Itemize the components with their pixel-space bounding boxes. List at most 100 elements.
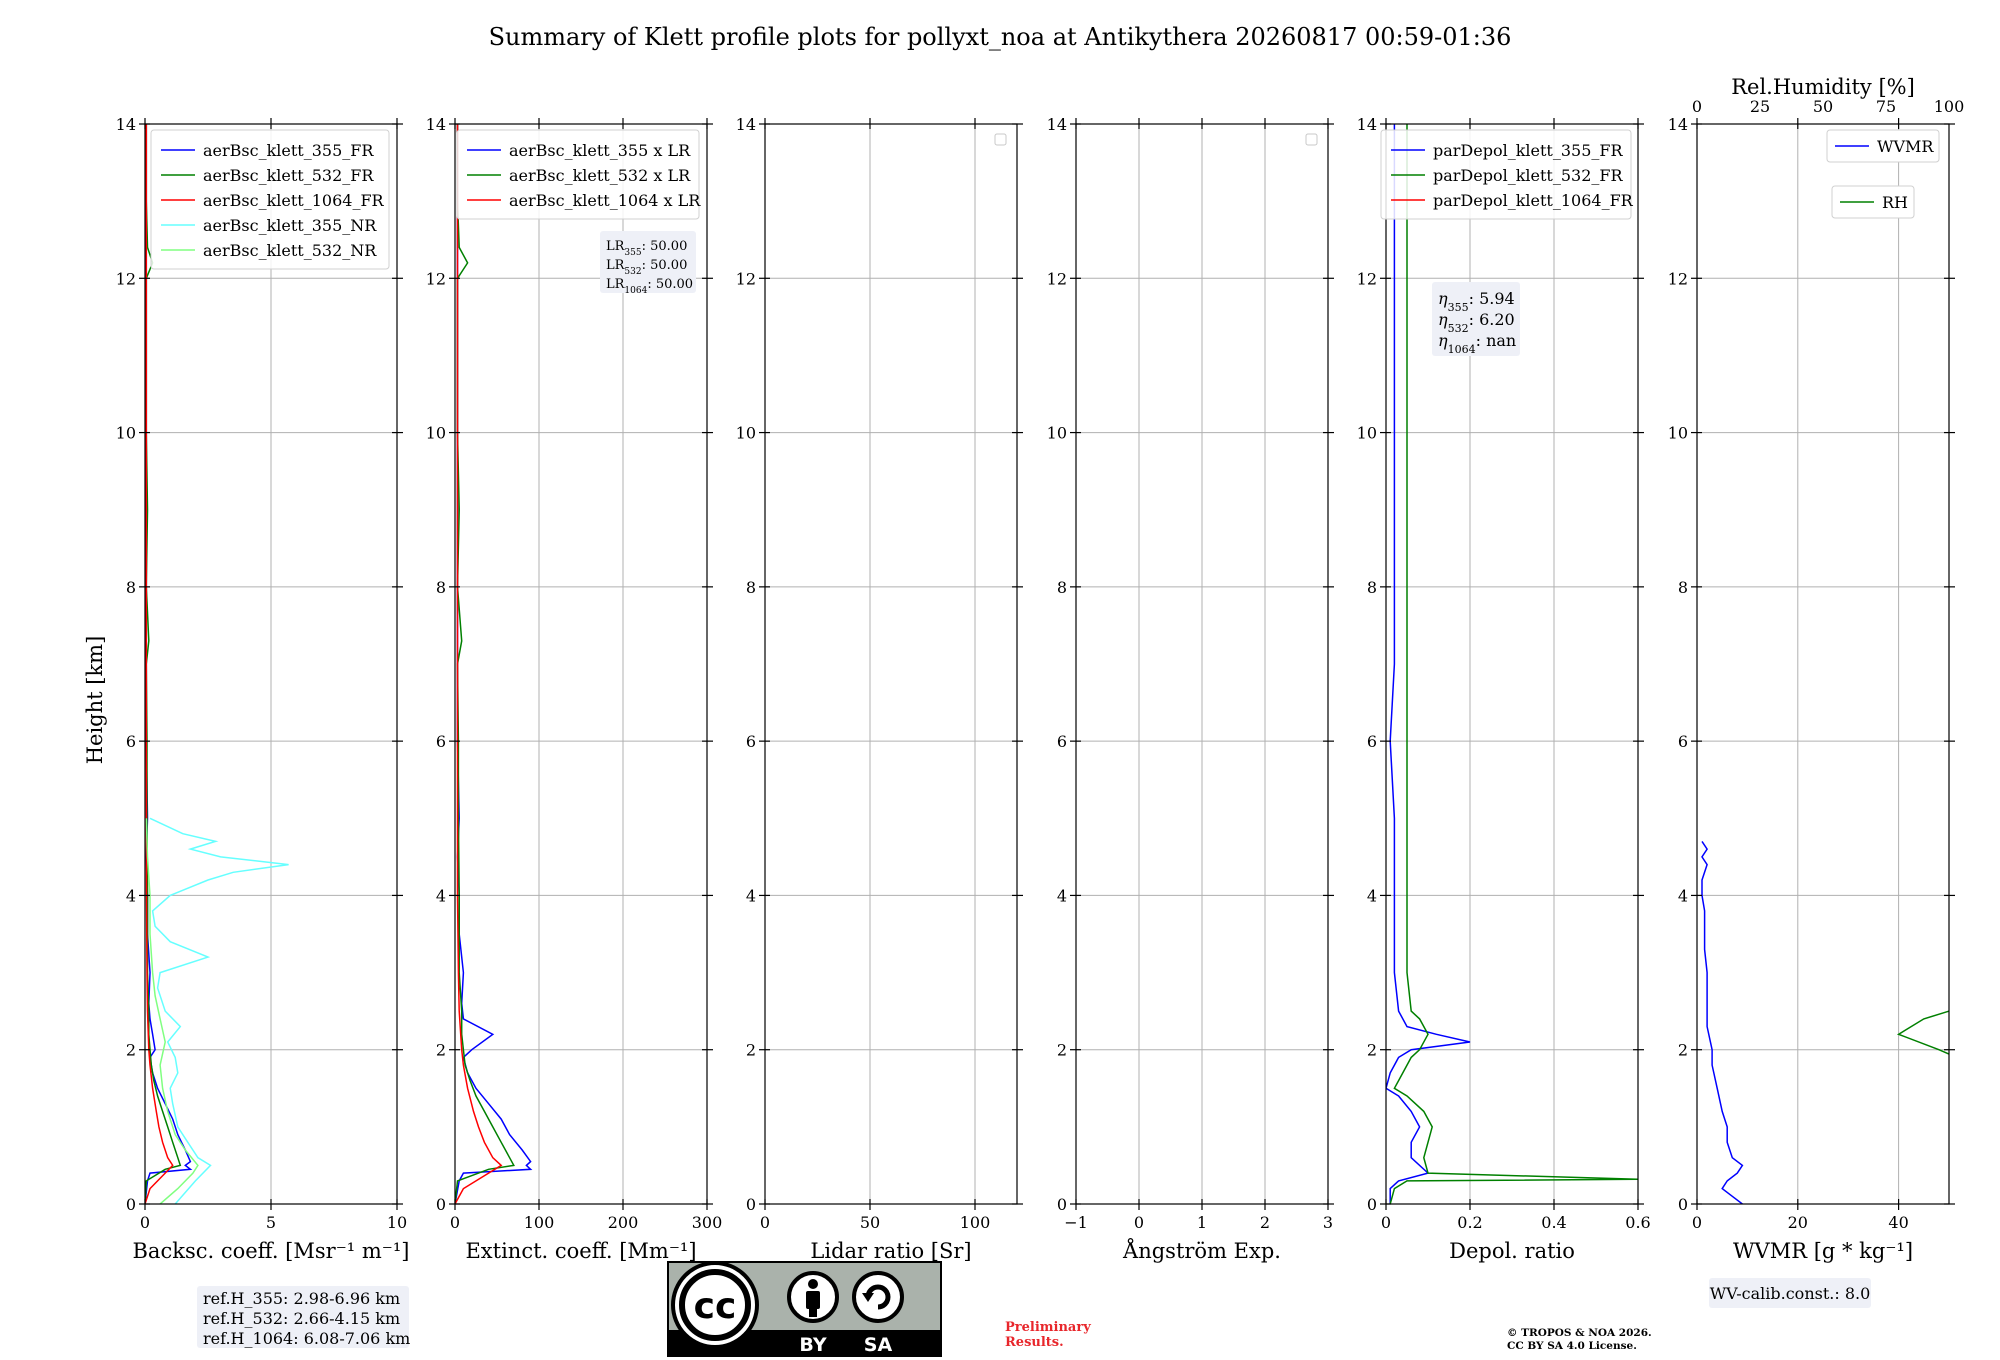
y-tick-label: 2 (1367, 1041, 1377, 1060)
y-tick-label: 10 (116, 424, 136, 443)
y-tick-label: 2 (746, 1041, 756, 1060)
x-tick-label: 0 (1381, 1213, 1391, 1232)
panel-dep: 0 2 4 6 8 10 12 14 0 0.2 0.4 0.6 Depol. ratio parDepo… (1357, 115, 1651, 1263)
y-tick-label: 14 (426, 115, 446, 134)
y-tick-label: 2 (1057, 1041, 1067, 1060)
copyright-line-1: © TROPOS & NOA 2026. (1507, 1327, 1652, 1339)
ref-height-text: ref.H_355: 2.98-6.96 km (203, 1289, 400, 1308)
x-tick-label: 200 (608, 1213, 639, 1232)
top-tick-label: 75 (1876, 97, 1896, 116)
top-tick-label: 25 (1750, 97, 1770, 116)
y-tick-label: 4 (1678, 886, 1688, 905)
panels: 0 2 4 6 8 10 12 14 0 5 10 Backsc. coeff. [Msr⁻¹ m⁻¹… (116, 75, 1965, 1263)
y-tick-label: 12 (1357, 269, 1377, 288)
legend-label: aerBsc_klett_355 x LR (509, 141, 691, 160)
preliminary-line-2: Results. (1005, 1335, 1064, 1350)
param-symbol: LR (606, 239, 626, 254)
ref-height-text: ref.H_1064: 6.08-7.06 km (203, 1329, 410, 1348)
legend-label: parDepol_klett_355_FR (1433, 141, 1624, 160)
y-tick-label: 6 (1057, 732, 1067, 751)
param-subscript: 1064 (624, 286, 647, 296)
plot-frame (764, 123, 1018, 1205)
y-tick-label: 6 (436, 732, 446, 751)
param-subscript: 355 (1448, 301, 1469, 314)
y-tick-label: 12 (1668, 269, 1688, 288)
param-value: : nan (1476, 331, 1517, 350)
x-tick-label: 5 (266, 1213, 276, 1232)
y-tick-label: 4 (746, 886, 756, 905)
preliminary-line-1: Preliminary (1005, 1320, 1091, 1335)
y-tick-label: 6 (746, 732, 756, 751)
x-tick-label: −1 (1064, 1213, 1088, 1232)
y-tick-label: 12 (426, 269, 446, 288)
param-subscript: 532 (624, 267, 641, 277)
y-tick-label: 0 (1678, 1195, 1688, 1214)
param-value: : 50.00 (642, 258, 688, 273)
x-tick-label: 3 (1323, 1213, 1333, 1232)
legend-label: aerBsc_klett_532_FR (203, 166, 374, 185)
y-tick-label: 12 (736, 269, 756, 288)
figure-title: Summary of Klett profile plots for polly… (489, 23, 1512, 51)
sa-label: SA (864, 1334, 893, 1356)
x-axis-label: WVMR [g * kg⁻¹] (1733, 1239, 1913, 1263)
param-symbol: η (1438, 289, 1448, 308)
plot-frame (1696, 123, 1950, 1205)
series-line-aerbsc-klett-1064-x-lr (455, 124, 503, 1204)
series-line-aerbsc-klett-355-nr (149, 817, 289, 1204)
legend-label: aerBsc_klett_355_NR (203, 216, 377, 235)
y-tick-label: 10 (736, 424, 756, 443)
y-tick-label: 10 (1357, 424, 1377, 443)
x-axis-label: Lidar ratio [Sr] (810, 1239, 971, 1263)
param-symbol: η (1438, 310, 1448, 329)
x-tick-label: 0 (760, 1213, 770, 1232)
x-tick-label: 0 (450, 1213, 460, 1232)
x-tick-label: 0.4 (1541, 1213, 1566, 1232)
y-tick-label: 8 (126, 578, 136, 597)
panel-ang: 02468101214−1 0 1 2 3Ångström Exp. (1047, 115, 1334, 1263)
x-tick-label: 20 (1788, 1213, 1808, 1232)
y-tick-label: 14 (736, 115, 756, 134)
copyright-line-2: CC BY SA 4.0 License. (1507, 1340, 1637, 1352)
x-tick-label: 50 (860, 1213, 880, 1232)
x-axis-label: Backsc. coeff. [Msr⁻¹ m⁻¹] (133, 1239, 410, 1263)
y-tick-label: 0 (1057, 1195, 1067, 1214)
y-tick-label: 10 (1047, 424, 1067, 443)
panel-bsc: 0 2 4 6 8 10 12 14 0 5 10 Backsc. coeff. [Msr⁻¹ m⁻¹… (116, 115, 410, 1263)
param-symbol: LR (606, 258, 626, 273)
param-subscript: 355 (624, 248, 641, 258)
y-tick-label: 8 (1678, 578, 1688, 597)
y-tick-label: 0 (126, 1195, 136, 1214)
y-tick-label: 4 (1057, 886, 1067, 905)
y-tick-label: 8 (436, 578, 446, 597)
legend-label: aerBsc_klett_1064_FR (203, 191, 385, 210)
y-tick-label: 8 (1057, 578, 1067, 597)
x-axis-label: Extinct. coeff. [Mm⁻¹] (465, 1239, 696, 1263)
y-tick-label: 12 (116, 269, 136, 288)
param-subscript: 1064 (1448, 343, 1476, 356)
param-text: LR1064: 50.00 (606, 277, 693, 296)
y-tick-label: 8 (746, 578, 756, 597)
y-tick-label: 6 (126, 732, 136, 751)
panel-lr: 0 2 4 6 8 10 12 14 0 50 100 Lidar ratio [Sr] (736, 115, 1023, 1263)
cc-text: cc (694, 1286, 737, 1327)
series-line-aerbsc-klett-532-fr (145, 124, 182, 1204)
x-tick-label: 0 (1134, 1213, 1144, 1232)
x-tick-label: 300 (692, 1213, 723, 1232)
panel-ext: 0 2 4 6 8 10 12 14 0 100 200 300 Extinct. coeff. [Mm… (426, 115, 723, 1263)
empty-legend (994, 133, 1007, 146)
param-subscript: 532 (1448, 322, 1469, 335)
top-tick-label: 0 (1692, 97, 1702, 116)
param-value: : 50.00 (642, 239, 688, 254)
legend-label: parDepol_klett_532_FR (1433, 166, 1624, 185)
y-tick-label: 14 (1357, 115, 1377, 134)
y-tick-label: 14 (116, 115, 136, 134)
y-tick-label: 12 (1047, 269, 1067, 288)
by-label: BY (799, 1334, 826, 1356)
y-tick-label: 10 (1668, 424, 1688, 443)
top-tick-label: 50 (1813, 97, 1833, 116)
y-tick-label: 4 (436, 886, 446, 905)
x-tick-label: 0.6 (1625, 1213, 1650, 1232)
legend-label: aerBsc_klett_1064 x LR (509, 191, 701, 210)
x-tick-label: 2 (1260, 1213, 1270, 1232)
y-tick-label: 10 (426, 424, 446, 443)
